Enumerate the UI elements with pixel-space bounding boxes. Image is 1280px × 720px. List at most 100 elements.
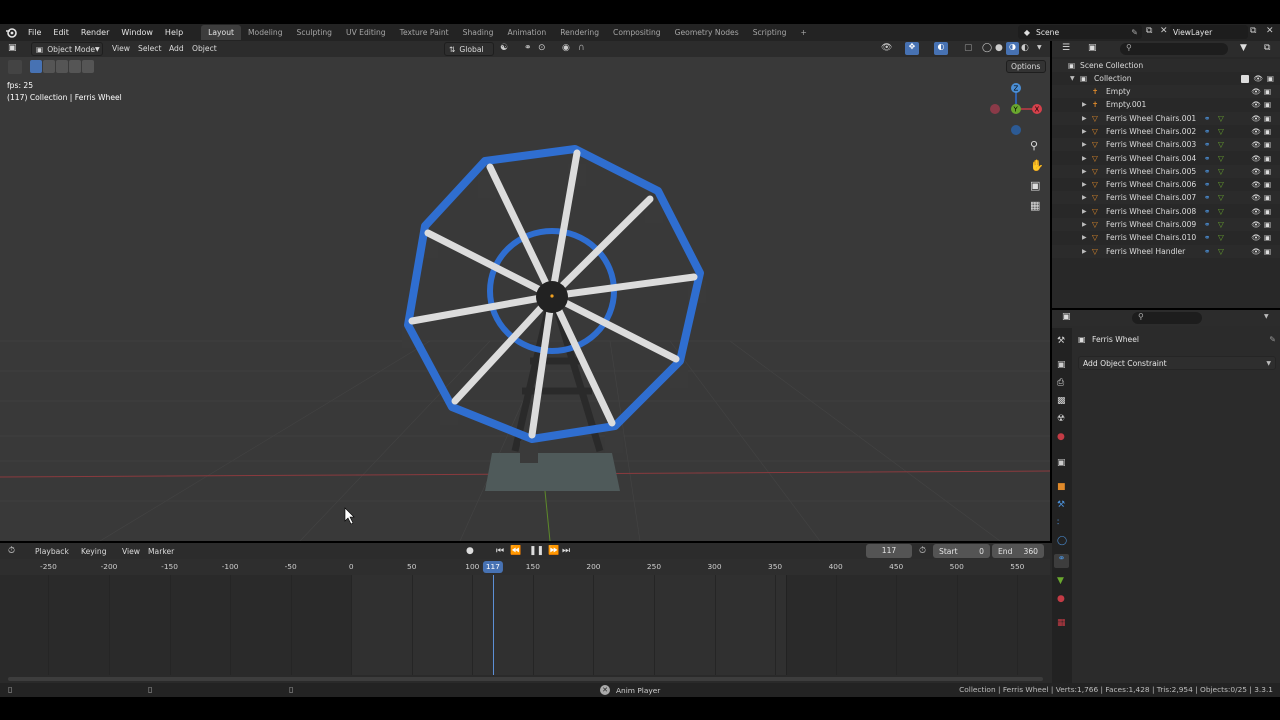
- menu-timeline-view[interactable]: View: [122, 547, 140, 556]
- jump-prev-key-icon[interactable]: ⏪: [510, 546, 521, 556]
- tab-layout[interactable]: Layout: [201, 25, 241, 40]
- timeline-ruler[interactable]: -250 -200 -150 -100 -50 0 50 100 150 200 250 300 350…: [0, 559, 1050, 575]
- camera-icon[interactable]: ▣: [1267, 74, 1274, 83]
- view-layer-tab-icon[interactable]: ▩: [1057, 396, 1066, 406]
- jump-next-key-icon[interactable]: ⏩: [548, 546, 559, 556]
- camera-icon[interactable]: ▣: [1264, 193, 1271, 202]
- tab-sculpting[interactable]: Sculpting: [290, 25, 339, 40]
- outliner-item[interactable]: ▶ ▽ Ferris Wheel Chairs.003 ⚭ ▽ 👁 ▣: [1052, 138, 1280, 152]
- view-layer-selector[interactable]: ViewLayer: [1170, 25, 1248, 39]
- menu-render[interactable]: Render: [75, 28, 115, 37]
- timeline-keyframe-area[interactable]: [0, 575, 1050, 675]
- eye-icon[interactable]: 👁: [1251, 127, 1261, 136]
- constraints-tab-icon[interactable]: ⚭: [1054, 554, 1069, 568]
- camera-icon[interactable]: ▣: [1264, 87, 1271, 96]
- outliner-item[interactable]: ▶ ▽ Ferris Wheel Chairs.006 ⚭ ▽ 👁 ▣: [1052, 178, 1280, 191]
- menu-window[interactable]: Window: [115, 28, 159, 37]
- world-tab-icon[interactable]: ●: [1057, 432, 1065, 442]
- render-tab-icon[interactable]: ▣: [1057, 360, 1066, 370]
- object-tab-icon[interactable]: ■: [1057, 482, 1066, 492]
- outliner-item[interactable]: ▶ ▽ Ferris Wheel Chairs.002 ⚭ ▽ 👁 ▣: [1052, 125, 1280, 138]
- collection-tab-icon[interactable]: ▣: [1057, 458, 1066, 468]
- eye-icon[interactable]: 👁: [1251, 180, 1261, 189]
- end-frame-field[interactable]: End 360: [992, 544, 1044, 558]
- tab-modeling[interactable]: Modeling: [241, 25, 290, 40]
- zoom-icon[interactable]: ⚲: [1030, 139, 1038, 152]
- current-frame-field[interactable]: 117: [866, 544, 912, 558]
- physics-tab-icon[interactable]: ◯: [1057, 536, 1067, 546]
- filter-icon[interactable]: ▼: [1240, 43, 1247, 53]
- blender-logo-icon[interactable]: [0, 27, 22, 39]
- collapse-arrow-icon[interactable]: ▼: [1070, 75, 1080, 82]
- outliner-item[interactable]: ▶ ▽ Ferris Wheel Chairs.009 ⚭ ▽ 👁 ▣: [1052, 218, 1280, 231]
- camera-icon[interactable]: ▣: [1264, 247, 1271, 256]
- camera-icon[interactable]: ▣: [1264, 233, 1271, 242]
- menu-file[interactable]: File: [22, 28, 47, 37]
- menu-edit[interactable]: Edit: [47, 28, 75, 37]
- outliner-collection-row[interactable]: ▼ ▣ Collection 👁 ▣: [1052, 72, 1280, 85]
- jump-start-icon[interactable]: ⏮: [496, 546, 504, 556]
- outliner-item[interactable]: ▶ ▽ Ferris Wheel Chairs.005 ⚭ ▽ 👁 ▣: [1052, 164, 1280, 178]
- navigation-gizmo[interactable]: Z X Y: [985, 79, 1047, 137]
- data-tab-icon[interactable]: ▼: [1057, 576, 1064, 586]
- camera-icon[interactable]: ▣: [1264, 220, 1271, 229]
- anim-player-job[interactable]: ✕ Anim Player: [600, 684, 660, 696]
- camera-icon[interactable]: ▣: [1264, 127, 1271, 136]
- start-frame-field[interactable]: Start 0: [933, 544, 990, 558]
- ortho-grid-icon[interactable]: ▦: [1030, 199, 1040, 212]
- cancel-job-icon[interactable]: ✕: [600, 685, 610, 695]
- expand-arrow-icon[interactable]: ▶: [1082, 155, 1092, 162]
- menu-playback[interactable]: Playback: [35, 547, 69, 556]
- texture-tab-icon[interactable]: ▦: [1057, 618, 1066, 628]
- delete-view-layer-icon[interactable]: ✕: [1266, 26, 1274, 36]
- tab-texture-paint[interactable]: Texture Paint: [393, 25, 456, 40]
- collection-checkbox[interactable]: [1241, 74, 1250, 83]
- tab-uv-editing[interactable]: UV Editing: [339, 25, 393, 40]
- expand-arrow-icon[interactable]: ▶: [1082, 208, 1092, 215]
- outliner-scene-collection[interactable]: ▣ Scene Collection: [1052, 59, 1280, 72]
- eye-icon[interactable]: 👁: [1251, 114, 1261, 123]
- eye-icon[interactable]: 👁: [1251, 140, 1261, 149]
- expand-arrow-icon[interactable]: ▶: [1082, 168, 1092, 175]
- tool-tab-icon[interactable]: ⚒: [1057, 336, 1065, 346]
- timeline-editor[interactable]: ⏱ Playback Keying View Marker ● ⏮ ⏪ ❚❚ ⏩…: [0, 543, 1070, 683]
- pin-icon[interactable]: ✎: [1131, 28, 1138, 37]
- outliner-editor-type-icon[interactable]: ☰: [1062, 43, 1070, 53]
- camera-icon[interactable]: ▣: [1264, 167, 1271, 176]
- eye-icon[interactable]: 👁: [1251, 233, 1261, 242]
- preview-range-icon[interactable]: ⏱: [919, 546, 926, 556]
- outliner-item[interactable]: ▶ ✝ Empty.001 👁 ▣: [1052, 98, 1280, 111]
- camera-view-icon[interactable]: ▣: [1030, 179, 1040, 192]
- jump-end-icon[interactable]: ⏭: [562, 546, 570, 556]
- expand-arrow-icon[interactable]: ▶: [1082, 101, 1092, 108]
- outliner-item[interactable]: ▶ ▽ Ferris Wheel Chairs.007 ⚭ ▽ 👁 ▣: [1052, 191, 1280, 205]
- expand-arrow-icon[interactable]: ▶: [1082, 128, 1092, 135]
- eye-icon[interactable]: 👁: [1251, 247, 1261, 256]
- tab-animation[interactable]: Animation: [501, 25, 554, 40]
- new-scene-icon[interactable]: ⧉: [1146, 26, 1152, 36]
- menu-keying[interactable]: Keying: [81, 547, 107, 556]
- eye-icon[interactable]: 👁: [1251, 87, 1261, 96]
- camera-icon[interactable]: ▣: [1264, 100, 1271, 109]
- expand-arrow-icon[interactable]: ▶: [1082, 194, 1092, 201]
- new-collection-icon[interactable]: ⧉: [1264, 43, 1270, 53]
- eye-icon[interactable]: 👁: [1251, 220, 1261, 229]
- tab-geometry-nodes[interactable]: Geometry Nodes: [668, 25, 746, 40]
- playhead-frame-label[interactable]: 117: [482, 561, 503, 573]
- menu-marker[interactable]: Marker: [148, 547, 174, 556]
- outliner-item[interactable]: ▶ ▽ Ferris Wheel Chairs.008 ⚭ ▽ 👁 ▣: [1052, 205, 1280, 218]
- add-workspace-button[interactable]: +: [793, 25, 813, 40]
- new-view-layer-icon[interactable]: ⧉: [1250, 26, 1256, 36]
- scene-tab-icon[interactable]: ☢: [1057, 414, 1065, 424]
- playhead-line[interactable]: [492, 575, 494, 675]
- outliner-item[interactable]: ▶ ▽ Ferris Wheel Handler ⚭ ▽ 👁 ▣: [1052, 244, 1280, 258]
- camera-icon[interactable]: ▣: [1264, 140, 1271, 149]
- camera-icon[interactable]: ▣: [1264, 114, 1271, 123]
- particles-tab-icon[interactable]: ∶: [1057, 518, 1059, 528]
- eye-icon[interactable]: 👁: [1251, 167, 1261, 176]
- expand-arrow-icon[interactable]: ▶: [1082, 221, 1092, 228]
- material-tab-icon[interactable]: ●: [1057, 594, 1065, 604]
- expand-arrow-icon[interactable]: ▶: [1082, 234, 1092, 241]
- add-object-constraint-dropdown[interactable]: Add Object Constraint ▼: [1078, 356, 1276, 370]
- pause-icon[interactable]: ❚❚: [529, 546, 544, 556]
